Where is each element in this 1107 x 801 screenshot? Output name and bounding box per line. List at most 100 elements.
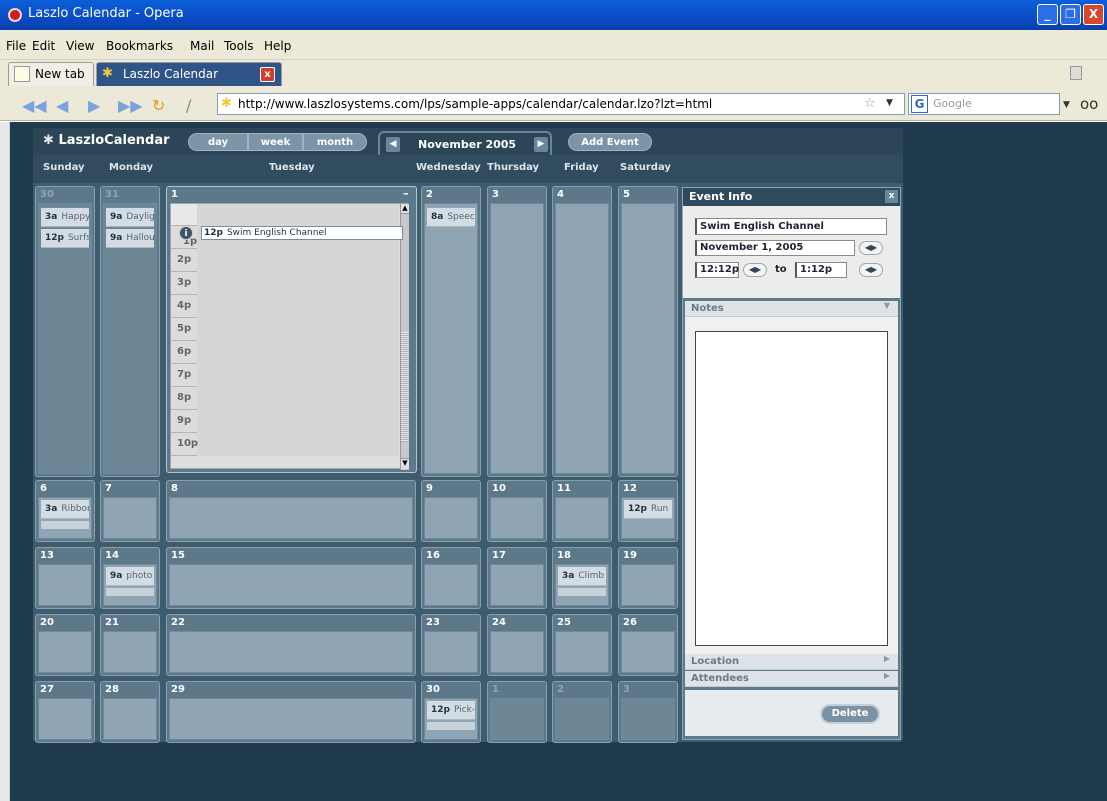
hour-row[interactable]: 7p bbox=[171, 364, 399, 387]
day-cell-nov-5[interactable]: 5 bbox=[618, 186, 678, 477]
back-icon[interactable]: ◀ bbox=[56, 96, 68, 115]
restore-button[interactable]: ❐ bbox=[1060, 4, 1081, 25]
close-panel-icon[interactable]: x bbox=[885, 190, 898, 203]
day-body[interactable] bbox=[424, 631, 478, 673]
hour-row[interactable]: 3p bbox=[171, 272, 399, 295]
attendees-section-toggle[interactable]: Attendees ▶ bbox=[685, 671, 898, 687]
hour-row[interactable]: 4p bbox=[171, 295, 399, 318]
event-item[interactable]: 9aDayligi bbox=[106, 208, 154, 227]
day-cell-nov-1-expanded[interactable]: 1 – 1p 2p 3p 4p 5p 6p 7p 8p 9p 10p ▲ ▼ i… bbox=[166, 186, 417, 473]
day-body[interactable] bbox=[621, 564, 675, 606]
search-dropdown-icon[interactable]: ▼ bbox=[1063, 100, 1070, 110]
menu-bookmarks[interactable]: Bookmarks bbox=[106, 39, 173, 53]
event-item-more[interactable] bbox=[106, 588, 154, 596]
day-body[interactable]: 9aDayligi 9aHallou bbox=[103, 203, 157, 474]
day-body[interactable] bbox=[490, 698, 544, 740]
day-cell-nov-9[interactable]: 9 bbox=[421, 480, 481, 542]
panel-edge[interactable] bbox=[0, 122, 10, 801]
hour-row[interactable]: 6p bbox=[171, 341, 399, 364]
close-tab-icon[interactable]: x bbox=[260, 67, 275, 82]
day-body[interactable]: 3a Climb bbox=[555, 564, 609, 606]
day-body[interactable] bbox=[490, 203, 544, 474]
day-cell-nov-10[interactable]: 10 bbox=[487, 480, 547, 542]
day-body[interactable]: 12pPick-u bbox=[424, 698, 478, 740]
day-cell-nov-16[interactable]: 16 bbox=[421, 547, 481, 609]
rewind-icon[interactable]: ◀◀ bbox=[22, 96, 47, 115]
minimize-button[interactable]: _ bbox=[1037, 4, 1058, 25]
day-body[interactable]: 8a Speec bbox=[424, 203, 478, 474]
start-time-field[interactable]: 12:12p bbox=[695, 262, 739, 278]
month-view-button[interactable]: month bbox=[303, 133, 367, 151]
event-item[interactable]: 9a photo bbox=[106, 567, 154, 586]
event-title-field[interactable]: Swim English Channel bbox=[695, 218, 887, 235]
day-cell-oct-31[interactable]: 31 9aDayligi 9aHallou bbox=[100, 186, 160, 477]
day-cell-nov-4[interactable]: 4 bbox=[552, 186, 612, 477]
delete-button[interactable]: Delete bbox=[820, 704, 880, 724]
add-event-button[interactable]: Add Event bbox=[568, 133, 652, 151]
day-cell-nov-24[interactable]: 24 bbox=[487, 614, 547, 676]
hour-row[interactable] bbox=[171, 204, 399, 227]
day-view-button[interactable]: day bbox=[188, 133, 248, 151]
notes-textarea[interactable] bbox=[695, 331, 888, 646]
event-item[interactable]: 9a Hallou bbox=[106, 229, 154, 248]
day-body[interactable] bbox=[169, 631, 413, 673]
hour-row[interactable]: 2p bbox=[171, 249, 399, 272]
day-cell-nov-21[interactable]: 21 bbox=[100, 614, 160, 676]
day-body[interactable] bbox=[490, 631, 544, 673]
address-dropdown-icon[interactable]: ▼ bbox=[886, 98, 893, 108]
date-stepper-icon[interactable]: ◀▶ bbox=[859, 241, 883, 255]
hour-row[interactable]: 8p bbox=[171, 387, 399, 410]
day-body[interactable] bbox=[621, 698, 675, 740]
day-cell-oct-30[interactable]: 30 3a Happy 12p Surfs bbox=[35, 186, 95, 477]
day-body[interactable] bbox=[621, 203, 675, 474]
day-cell-nov-26[interactable]: 26 bbox=[618, 614, 678, 676]
day-cell-dec-2[interactable]: 2 bbox=[552, 681, 612, 743]
day-body[interactable] bbox=[555, 497, 609, 539]
day-cell-nov-3[interactable]: 3 bbox=[487, 186, 547, 477]
prev-month-button[interactable]: ◀ bbox=[386, 137, 400, 152]
hour-row[interactable]: 9p bbox=[171, 410, 399, 433]
notes-section-toggle[interactable]: Notes ▼ bbox=[685, 301, 898, 317]
day-cell-nov-18[interactable]: 18 3a Climb bbox=[552, 547, 612, 609]
day-body[interactable]: 9a photo bbox=[103, 564, 157, 606]
event-item[interactable]: 12pPick-u bbox=[427, 701, 475, 720]
day-cell-nov-20[interactable]: 20 bbox=[35, 614, 95, 676]
day-scrollbar[interactable]: ▲ ▼ bbox=[400, 204, 409, 470]
start-time-stepper-icon[interactable]: ◀▶ bbox=[743, 263, 767, 277]
menu-file[interactable]: File bbox=[6, 39, 26, 53]
day-body[interactable] bbox=[103, 631, 157, 673]
address-field[interactable]: ✱ http://www.laszlosystems.com/lps/sampl… bbox=[217, 93, 905, 115]
day-body[interactable] bbox=[555, 631, 609, 673]
rating-icon[interactable]: ☆ bbox=[864, 96, 876, 111]
event-item[interactable]: 3a Happy bbox=[41, 208, 89, 227]
day-cell-nov-12[interactable]: 12 12pRun H bbox=[618, 480, 678, 542]
day-body[interactable] bbox=[490, 497, 544, 539]
event-item[interactable]: 3a Ribbor bbox=[41, 500, 89, 519]
day-body[interactable] bbox=[555, 698, 609, 740]
day-body[interactable] bbox=[490, 564, 544, 606]
trash-icon[interactable] bbox=[1070, 66, 1082, 80]
event-date-field[interactable]: November 1, 2005 bbox=[695, 240, 855, 256]
day-body[interactable] bbox=[424, 564, 478, 606]
reader-glasses-icon[interactable]: oo bbox=[1080, 95, 1098, 113]
end-time-field[interactable]: 1:12p bbox=[795, 262, 847, 278]
day-body[interactable] bbox=[555, 203, 609, 474]
hour-row[interactable]: 5p bbox=[171, 318, 399, 341]
day-cell-nov-6[interactable]: 6 3a Ribbor bbox=[35, 480, 95, 542]
tab-new-tab[interactable]: New tab bbox=[8, 62, 94, 86]
day-cell-nov-13[interactable]: 13 bbox=[35, 547, 95, 609]
menu-view[interactable]: View bbox=[66, 39, 94, 53]
scroll-up-icon[interactable]: ▲ bbox=[401, 204, 409, 214]
day-body[interactable] bbox=[103, 698, 157, 740]
location-section-toggle[interactable]: Location ▶ bbox=[685, 654, 898, 670]
event-item-more[interactable] bbox=[558, 588, 606, 596]
day-body[interactable] bbox=[424, 497, 478, 539]
event-item-more[interactable] bbox=[41, 521, 89, 529]
hour-row[interactable]: 10p bbox=[171, 433, 399, 456]
day-cell-nov-23[interactable]: 23 bbox=[421, 614, 481, 676]
day-cell-nov-14[interactable]: 14 9a photo bbox=[100, 547, 160, 609]
next-month-button[interactable]: ▶ bbox=[534, 137, 548, 152]
day-body[interactable] bbox=[103, 497, 157, 539]
day-body[interactable] bbox=[621, 631, 675, 673]
day-body[interactable] bbox=[169, 497, 413, 539]
